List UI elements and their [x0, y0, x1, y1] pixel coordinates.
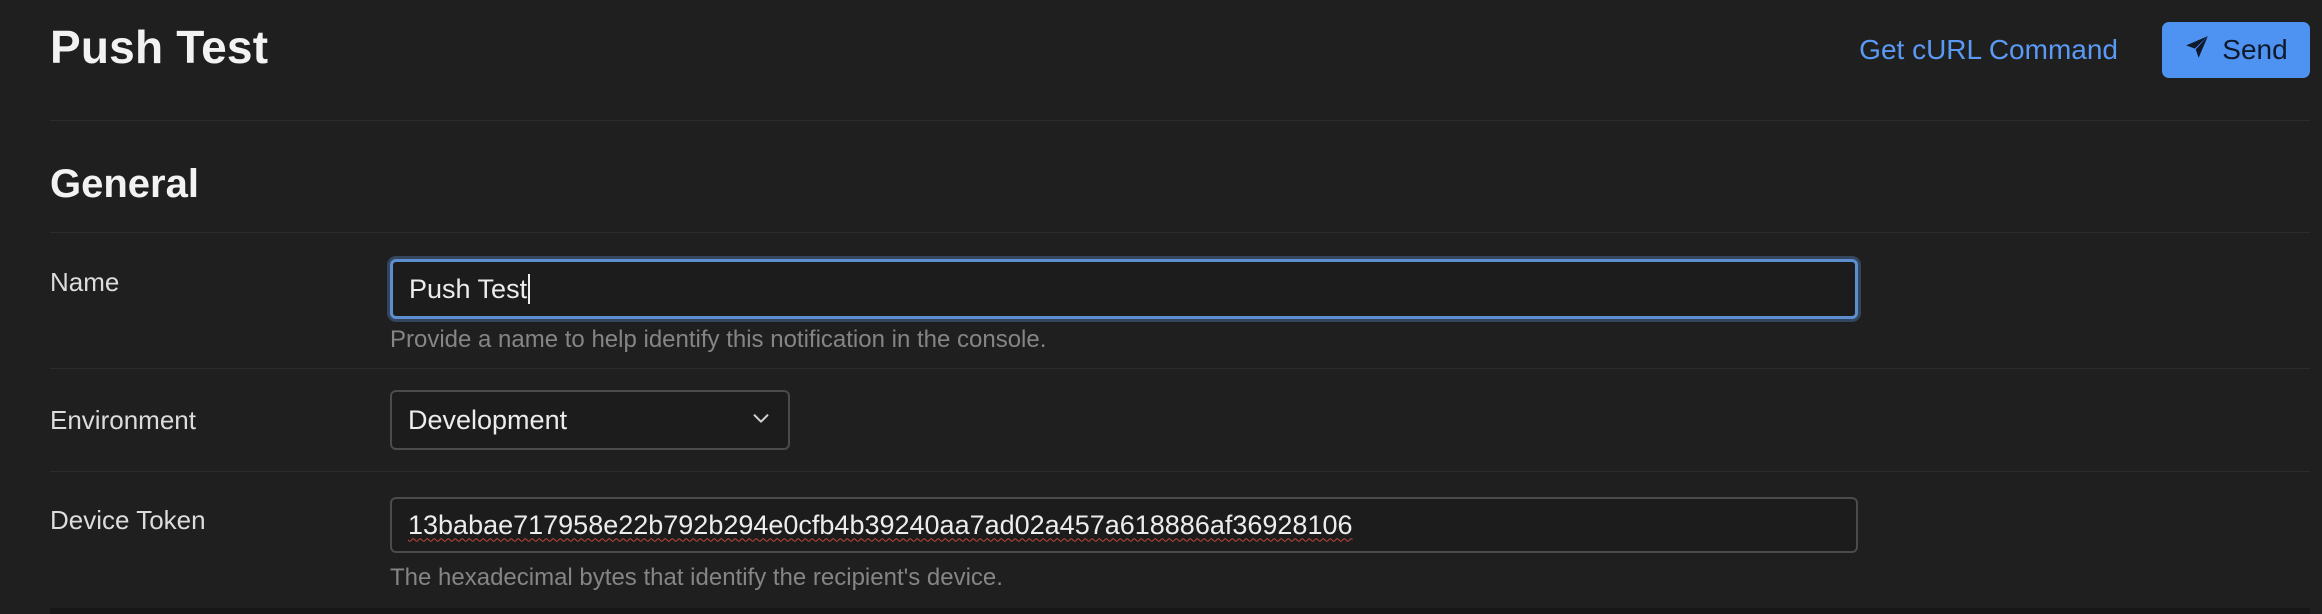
name-input[interactable]: Push Test	[390, 259, 1858, 319]
environment-label: Environment	[50, 405, 196, 435]
environment-select[interactable]: Development	[390, 390, 790, 450]
send-button-label: Send	[2222, 34, 2288, 65]
bottom-edge	[50, 608, 2310, 614]
page-title: Push Test	[50, 21, 269, 73]
row-divider	[50, 471, 2310, 472]
text-caret	[528, 274, 531, 304]
row-divider	[50, 368, 2310, 369]
name-input-value: Push Test	[409, 273, 528, 304]
name-hint: Provide a name to help identify this not…	[390, 326, 1047, 353]
chevron-down-icon	[750, 405, 772, 436]
device-token-label: Device Token	[50, 505, 206, 535]
page-header: Push Test Get cURL Command Send	[50, 0, 2310, 121]
device-token-input[interactable]: 13babae717958e22b792b294e0cfb4b39240aa7a…	[390, 497, 1858, 553]
section-divider	[50, 232, 2310, 233]
name-label: Name	[50, 267, 120, 297]
send-button[interactable]: Send	[2162, 22, 2310, 78]
get-curl-command-link[interactable]: Get cURL Command	[1859, 34, 2118, 66]
environment-selected-value: Development	[408, 404, 568, 435]
device-token-value: 13babae717958e22b792b294e0cfb4b39240aa7a…	[408, 509, 1353, 540]
paper-plane-icon	[2184, 34, 2210, 67]
device-token-hint: The hexadecimal bytes that identify the …	[390, 564, 1003, 591]
section-title-general: General	[50, 162, 199, 206]
push-test-page: Push Test Get cURL Command Send General …	[0, 0, 2322, 614]
